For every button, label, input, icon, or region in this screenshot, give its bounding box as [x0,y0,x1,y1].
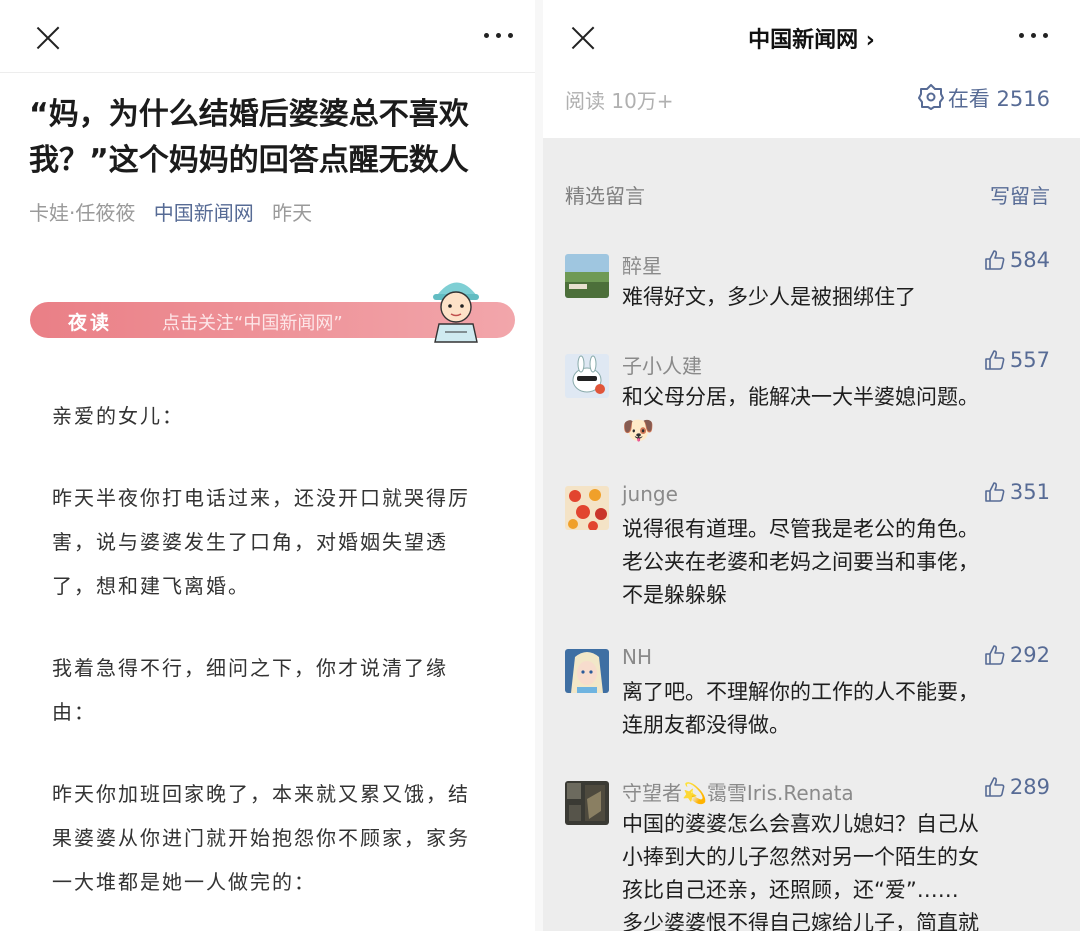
write-comment-button[interactable]: 写留言 [990,180,1050,209]
comment-line: 说得很有道理。尽管我是老公的角色。 [622,517,979,541]
like-button[interactable]: 289 [984,775,1050,799]
comments-header: 精选留言 [565,184,645,208]
article-paragraph: 昨天半夜你打电话过来，还没开口就哭得厉 害，说与婆婆发生了口角，对婚姻失望透 了… [52,476,502,608]
comments-topbar: 中国新闻网 › [543,0,1080,73]
publish-date: 昨天 [272,201,313,225]
article-paragraph: 昨天你加班回家晚了，本来就又累又饿，结 果婆婆从你进门就开始抱怨你不顾家，家务 … [52,772,502,904]
comment-line: 和父母分居，能解决一大半婆媳问题。 [622,385,979,409]
comment-text: 难得好文，多少人是被捆绑住了 [622,281,1042,314]
more-icon[interactable] [1017,30,1051,40]
paragraph-line: 昨天半夜你打电话过来，还没开口就哭得厉 [52,486,470,510]
panel-divider [535,0,543,931]
account-title[interactable]: 中国新闻网 › [543,22,1080,54]
commenter-name: 子小人建 [622,354,702,378]
comment-line: 难得好文，多少人是被捆绑住了 [622,285,916,309]
thumbs-up-icon [985,350,1005,370]
like-count: 351 [1009,480,1050,504]
more-icon[interactable] [482,30,516,40]
avatar[interactable] [565,254,609,298]
comment-line: 离了吧。不理解你的工作的人不能要， [622,680,979,704]
account-link[interactable]: 中国新闻网 [154,201,254,225]
like-count: 557 [1009,348,1050,372]
paragraph-line: 我着急得不行，细问之下，你才说清了缘 [52,656,448,680]
paragraph-line: 害，说与婆婆发生了口角，对婚姻失望透 [52,530,448,554]
paragraph-line: 了，想和建飞离婚。 [52,574,250,598]
avatar[interactable] [565,354,609,398]
like-button[interactable]: 292 [984,643,1050,667]
article-stats: 阅读 10万+ 在看 2516 [543,72,1080,138]
article-paragraph: 亲爱的女儿： [52,394,502,438]
thumbs-up-icon [985,482,1005,502]
commenter-name: junge [622,482,678,506]
comment-line: 小捧到大的儿子忽然对另一个陌生的女 [622,845,979,869]
thumbs-up-icon [985,777,1005,797]
commenter-name: NH [622,645,652,669]
avatar[interactable] [565,649,609,693]
commenter-name: 醉星 [622,254,662,278]
comments-section: 精选留言 写留言 醉星 584 难得好文，多少人是被捆绑住了 子小人建 557 [543,138,1080,931]
like-button[interactable]: 557 [984,348,1050,372]
thumbs-up-icon [985,645,1005,665]
avatar[interactable] [565,486,609,530]
paragraph-line: 一大堆都是她一人做完的： [52,870,316,894]
close-icon[interactable] [35,25,61,51]
thumbs-up-icon [985,250,1005,270]
banner-follow-text: 点击关注“中国新闻网” [162,313,343,334]
comment-text: 中国的婆婆怎么会喜欢儿媳妇？自己从 小捧到大的儿子忽然对另一个陌生的女 孩比自己… [622,808,1042,931]
article-topbar [0,0,535,73]
watching-count: 在看 2516 [947,87,1050,111]
like-button[interactable]: 351 [984,480,1050,504]
article-panel: “妈，为什么结婚后婆婆总不喜欢我？”这个妈妈的回答点醒无数人 卡娃·任筱筱 中国… [0,0,536,931]
read-count: 阅读 10万+ [565,89,674,113]
doge-emoji: 🐶 [622,416,655,446]
article-title: “妈，为什么结婚后婆婆总不喜欢我？”这个妈妈的回答点醒无数人 [29,97,469,178]
article-paragraph: 我着急得不行，细问之下，你才说清了缘 由： [52,646,502,734]
author-name: 卡娃·任筱筱 [29,201,136,225]
like-count: 289 [1009,775,1050,799]
avatar[interactable] [565,781,609,825]
paragraph-line: 由： [52,700,96,724]
cartoon-boy-icon [433,282,479,343]
like-count: 292 [1009,643,1050,667]
comment-line: 连朋友都没得做。 [622,713,790,737]
comment-line: 孩比自己还亲，还照顾，还“爱”…… [622,878,959,902]
paragraph-line: 亲爱的女儿： [52,404,184,428]
banner-tag: 夜读 [68,312,113,334]
paragraph-line: 昨天你加班回家晚了，本来就又累又饿，结 [52,782,470,806]
comment-line: 老公夹在老婆和老妈之间要当和事佬， [622,550,979,574]
article-meta: 卡娃·任筱筱 中国新闻网 昨天 [29,197,312,226]
comment-text: 说得很有道理。尽管我是老公的角色。 老公夹在老婆和老妈之间要当和事佬， 不是躲躲… [622,513,1042,612]
like-count: 584 [1009,248,1050,272]
comment-text: 离了吧。不理解你的工作的人不能要， 连朋友都没得做。 [622,676,1042,742]
comment-line: 中国的婆婆怎么会喜欢儿媳妇？自己从 [622,812,979,836]
comment-line: 多少婆婆恨不得自己嫁给儿子，简直就 [622,911,979,931]
like-button[interactable]: 584 [984,248,1050,272]
watching-button[interactable]: 在看 2516 [917,83,1050,113]
paragraph-line: 果婆婆从你进门就开始抱怨你不顾家，家务 [52,826,470,850]
watching-icon [917,84,944,110]
comment-line: 不是躲躲躲 [622,583,727,607]
comments-panel: 中国新闻网 › 阅读 10万+ 在看 2516 精选留言 写留言 醉星 584 [543,0,1080,931]
commenter-name: 守望者💫霭雪Iris.Renata [622,781,854,805]
comment-text: 和父母分居，能解决一大半婆媳问题。 🐶 [622,381,1042,448]
